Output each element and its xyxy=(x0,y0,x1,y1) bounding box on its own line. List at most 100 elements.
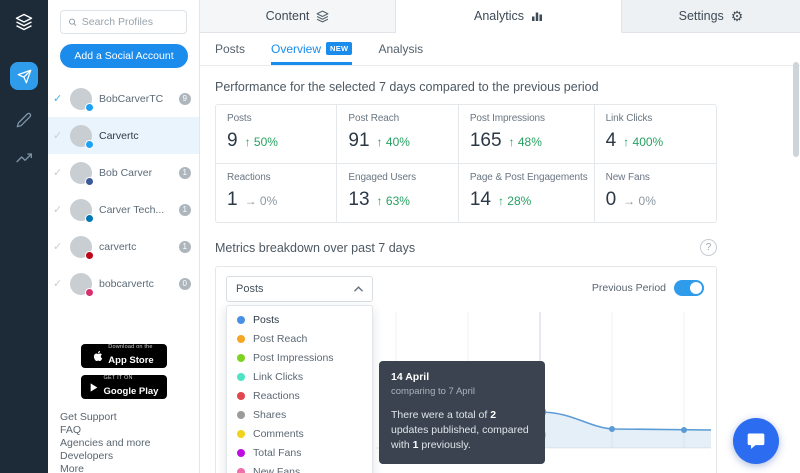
metric-value: 14 xyxy=(470,189,491,211)
link-faq[interactable]: FAQ xyxy=(60,424,199,437)
menu-item-shares[interactable]: Shares xyxy=(227,405,372,424)
menu-item-total-fans[interactable]: Total Fans xyxy=(227,443,372,462)
profile-item[interactable]: ✓ bobcarvertc 0 xyxy=(48,265,199,302)
menu-item-posts[interactable]: Posts xyxy=(227,310,372,329)
metric-engaged-users: Engaged Users 13↑ 63% xyxy=(337,164,458,222)
check-icon[interactable]: ✓ xyxy=(53,203,67,216)
twitter-icon xyxy=(85,140,94,149)
metric-page-post-engagements: Page & Post Engagements 14 ↑ 28% xyxy=(459,164,595,222)
series-color-dot xyxy=(237,449,245,457)
chart-tooltip: 14 April comparing to 7 April There were… xyxy=(379,361,545,464)
main-scrollbar[interactable] xyxy=(793,34,799,473)
tab-settings[interactable]: Settings ⚙ xyxy=(622,0,800,33)
twitter-icon xyxy=(85,103,94,112)
menu-item-link-clicks[interactable]: Link Clicks xyxy=(227,367,372,386)
avatar xyxy=(70,273,92,295)
store-badge-line2: Google Play xyxy=(104,386,159,397)
breakdown-title: Metrics breakdown over past 7 days xyxy=(215,241,415,255)
menu-item-comments[interactable]: Comments xyxy=(227,424,372,443)
profile-item[interactable]: ✓ Carvertc xyxy=(48,117,199,154)
link-agencies[interactable]: Agencies and more xyxy=(60,437,199,450)
facebook-icon xyxy=(85,177,94,186)
metric-label: Post Impressions xyxy=(470,113,588,124)
profile-item[interactable]: ✓ carvertc 1 xyxy=(48,228,199,265)
check-icon[interactable]: ✓ xyxy=(53,277,67,290)
metric-label: Post Reach xyxy=(348,113,451,124)
tab-content[interactable]: Content xyxy=(200,0,396,33)
link-developers[interactable]: Developers xyxy=(60,450,199,463)
change-percent: 63% xyxy=(386,194,410,208)
metric-change: ↑ 28% xyxy=(498,194,531,208)
series-color-dot xyxy=(237,354,245,362)
metric-label: Reactions xyxy=(227,172,330,183)
trend-arrow-icon: ↑ xyxy=(498,194,504,208)
pinterest-icon xyxy=(85,251,94,260)
menu-item-reactions[interactable]: Reactions xyxy=(227,386,372,405)
metrics-breakdown-card: Posts Previous Period xyxy=(215,266,717,473)
change-percent: 50% xyxy=(254,135,278,149)
menu-item-label: Post Reach xyxy=(253,333,307,345)
analytics-nav-icon[interactable] xyxy=(10,144,38,172)
profile-count-badge: 1 xyxy=(179,241,191,253)
subtab-label: Posts xyxy=(215,42,245,56)
subtab-posts[interactable]: Posts xyxy=(215,33,245,65)
trend-arrow-icon: ↑ xyxy=(623,135,629,149)
series-color-dot xyxy=(237,316,245,324)
metric-label: Engaged Users xyxy=(348,172,451,183)
metric-label: Posts xyxy=(227,113,330,124)
analytics-subtabs: Posts Overview NEW Analysis xyxy=(200,33,800,66)
series-color-dot xyxy=(237,468,245,473)
trend-arrow-icon: ↑ xyxy=(245,135,251,149)
tab-analytics[interactable]: Analytics xyxy=(396,0,622,33)
link-get-support[interactable]: Get Support xyxy=(60,411,199,424)
series-color-dot xyxy=(237,373,245,381)
subtab-overview[interactable]: Overview NEW xyxy=(271,33,352,65)
overview-content: Performance for the selected 7 days comp… xyxy=(200,66,800,473)
profile-name: Carvertc xyxy=(99,130,191,142)
profile-item[interactable]: ✓ Bob Carver 1 xyxy=(48,154,199,191)
trend-arrow-icon: ↑ xyxy=(377,194,383,208)
profile-item[interactable]: ✓ Carver Tech... 1 xyxy=(48,191,199,228)
statusbrew-logo-icon[interactable] xyxy=(10,8,38,36)
bar-chart-icon xyxy=(531,10,543,22)
metric-change: → 0% xyxy=(623,194,656,208)
check-icon[interactable]: ✓ xyxy=(53,166,67,179)
avatar xyxy=(70,125,92,147)
scrollbar-thumb[interactable] xyxy=(793,62,799,157)
check-icon[interactable]: ✓ xyxy=(53,129,67,142)
search-profiles-input[interactable] xyxy=(82,16,179,28)
metric-select-dropdown[interactable]: Posts xyxy=(226,276,373,302)
menu-item-post-reach[interactable]: Post Reach xyxy=(227,329,372,348)
dropdown-value: Posts xyxy=(236,283,264,295)
apple-icon xyxy=(93,350,103,362)
trend-arrow-icon: → xyxy=(245,194,257,208)
profile-item[interactable]: ✓ BobCarverTC 9 xyxy=(48,80,199,117)
help-icon[interactable]: ? xyxy=(700,239,717,256)
subtab-analysis[interactable]: Analysis xyxy=(378,33,423,65)
series-color-dot xyxy=(237,411,245,419)
nav-rail xyxy=(0,0,48,473)
chat-launcher-button[interactable] xyxy=(733,418,779,464)
menu-item-new-fans[interactable]: New Fans xyxy=(227,462,372,473)
publish-nav-icon[interactable] xyxy=(10,62,38,90)
metric-value: 1 xyxy=(227,189,238,211)
menu-item-label: Link Clicks xyxy=(253,371,303,383)
previous-period-toggle[interactable] xyxy=(674,280,704,296)
menu-item-label: Posts xyxy=(253,314,279,326)
link-more[interactable]: More xyxy=(60,463,199,473)
add-social-account-button[interactable]: Add a Social Account xyxy=(60,44,188,68)
metric-change: ↑ 50% xyxy=(245,135,278,149)
profile-name: carvertc xyxy=(99,241,179,253)
check-icon[interactable]: ✓ xyxy=(53,240,67,253)
menu-item-post-impressions[interactable]: Post Impressions xyxy=(227,348,372,367)
check-icon[interactable]: ✓ xyxy=(53,92,67,105)
tab-label: Settings xyxy=(679,9,724,23)
menu-item-label: Reactions xyxy=(253,390,300,402)
menu-item-label: Post Impressions xyxy=(253,352,334,364)
compose-nav-icon[interactable] xyxy=(10,106,38,134)
app-store-badge[interactable]: Download on theApp Store xyxy=(81,344,167,368)
google-play-badge[interactable]: GET IT ONGoogle Play xyxy=(81,375,167,399)
menu-item-label: Comments xyxy=(253,428,304,440)
metric-label: Link Clicks xyxy=(606,113,710,124)
metric-label: Page & Post Engagements xyxy=(470,172,588,183)
